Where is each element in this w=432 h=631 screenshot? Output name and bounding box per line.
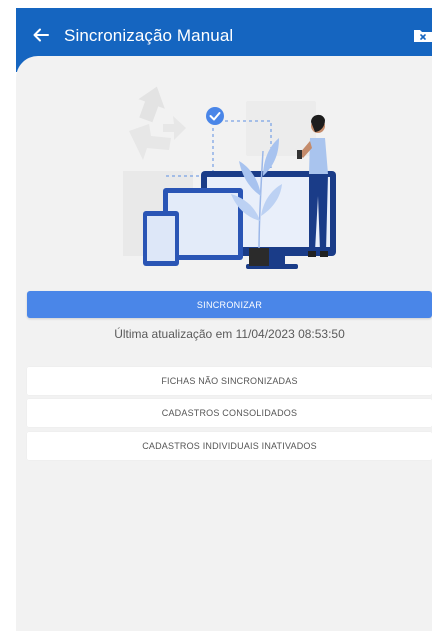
last-update-text: Última atualização em 11/04/2023 08:53:5… [114,327,345,341]
content-area: SINCRONIZAR Última atualização em 11/04/… [16,56,432,631]
phone-device [143,211,179,266]
page-title: Sincronização Manual [64,26,234,45]
back-button[interactable] [30,24,52,46]
folder-close-icon [414,30,432,42]
sync-illustration [123,86,336,269]
check-badge-icon [206,107,224,125]
option-inactivated-records[interactable]: CADASTROS INDIVIDUAIS INATIVADOS [27,432,432,460]
arrow-left-icon [33,28,49,42]
folder-action-button[interactable] [414,26,432,44]
option-consolidated-records[interactable]: CADASTROS CONSOLIDADOS [27,399,432,427]
sync-button[interactable]: SINCRONIZAR [27,291,432,318]
option-unsynced-forms[interactable]: FICHAS NÃO SINCRONIZADAS [27,367,432,395]
app-screen: Sincronização Manual SINCRONIZAR Última … [16,8,432,631]
